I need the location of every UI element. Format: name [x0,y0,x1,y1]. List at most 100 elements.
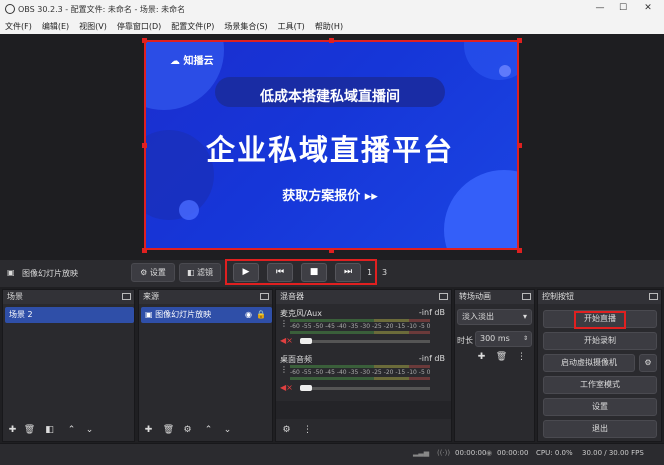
scenes-header: 场景 [3,290,134,304]
duration-input[interactable]: 300 ms ⇕ [475,331,532,347]
resize-handle[interactable] [517,38,522,43]
settings-button[interactable]: 设置 [543,398,657,416]
controls-header: 控制按钮 [538,290,661,304]
eye-icon[interactable]: ◉ [245,307,252,323]
trash-icon[interactable]: 🗑 [23,424,36,437]
maximize-button[interactable]: ☐ [617,2,629,14]
mixer-channel-level: -inf dB [418,354,445,363]
volume-meter [290,319,430,322]
stream-time: 00:00:00 [455,449,487,457]
menu-docks[interactable]: 停靠窗口(D) [112,18,166,34]
start-recording-button[interactable]: 开始录制 [543,332,657,350]
resize-handle[interactable] [517,143,522,148]
resize-handle[interactable] [142,38,147,43]
lock-icon[interactable]: 🔒 [256,307,266,323]
add-icon[interactable]: ✚ [142,424,155,437]
undock-icon[interactable] [649,293,658,300]
exit-button[interactable]: 退出 [543,420,657,438]
signal-icon: ▂▃▅ [413,449,430,457]
scenes-toolbar: ✚ 🗑 ◧ ⌃ ⌄ [3,419,134,441]
add-icon[interactable]: ✚ [6,424,19,437]
trash-icon[interactable]: 🗑 [162,424,175,437]
filters-icon[interactable]: ◧ [43,424,56,437]
volume-slider[interactable] [300,340,430,343]
resize-handle[interactable] [142,143,147,148]
mixer-empty-area [276,401,451,420]
selection-outline[interactable] [144,40,519,250]
source-filters-button[interactable]: ◧ 滤镜 [179,263,221,282]
slideshow-icon: ▣ [145,310,153,319]
stop-button[interactable]: ■ [301,263,327,282]
menu-profile[interactable]: 配置文件(P) [166,18,219,34]
resize-handle[interactable] [517,248,522,253]
undock-icon[interactable] [122,293,131,300]
more-vertical-icon[interactable]: ⋮ [280,319,288,328]
menu-view[interactable]: 视图(V) [74,18,112,34]
start-virtual-camera-button[interactable]: 启动虚拟摄像机 [543,354,635,372]
minimize-button[interactable]: — [594,2,606,14]
record-icon: ◉ [486,449,493,457]
mixer-channel-level: -inf dB [418,308,445,317]
gear-icon[interactable]: ⚙ [280,424,293,437]
trash-icon[interactable]: 🗑 [495,351,508,364]
more-vertical-icon[interactable]: ⋮ [515,351,528,364]
fps-readout: 30.00 / 30.00 FPS [582,449,644,457]
source-item[interactable]: ▣ 图像幻灯片放映 ◉ 🔒 [141,307,272,323]
start-streaming-highlight [574,311,626,329]
previous-button[interactable]: ⏮ [267,263,293,282]
filter-icon: ◧ [186,268,198,277]
stream-icon: ((·)) [437,449,451,457]
chevron-down-icon: ▾ [522,312,527,321]
source-settings-button[interactable]: ⚙ 设置 [131,263,175,282]
speaker-muted-icon[interactable]: ◀× [280,336,293,345]
controls-dock: 控制按钮 开始直播 开始录制 启动虚拟摄像机 ⚙ 工作室模式 设置 退出 [537,289,662,442]
close-button[interactable]: ✕ [642,2,654,14]
source-name-label: 图像幻灯片放映 [22,269,78,278]
chevron-down-icon[interactable]: ⌄ [221,424,234,437]
menu-edit[interactable]: 编辑(E) [37,18,74,34]
volume-meter [290,377,430,380]
resize-handle[interactable] [142,248,147,253]
sources-dock: 来源 ▣ 图像幻灯片放映 ◉ 🔒 ✚ 🗑 ⚙ ⌃ ⌄ [138,289,273,442]
volume-slider[interactable] [300,387,430,390]
menu-help[interactable]: 帮助(H) [310,18,348,34]
chevron-down-icon[interactable]: ⌄ [83,424,96,437]
slide-total: 3 [382,268,388,277]
undock-icon[interactable] [260,293,269,300]
mixer-channel-name: 桌面音频 [280,355,312,364]
spinner-icon[interactable]: ⇕ [523,332,528,346]
undock-icon[interactable] [522,293,531,300]
chevron-up-icon[interactable]: ⌃ [65,424,78,437]
sources-header: 来源 [139,290,272,304]
volume-slider-handle[interactable] [300,385,312,391]
chevron-up-icon[interactable]: ⌃ [202,424,215,437]
menu-file[interactable]: 文件(F) [0,18,37,34]
next-button[interactable]: ⏭ [335,263,361,282]
slideshow-icon: ▣ [7,268,15,277]
speaker-muted-icon[interactable]: ◀× [280,383,293,392]
volume-meter [290,331,430,334]
slide-index: 1 [367,268,373,277]
scenes-dock: 场景 场景 2 ✚ 🗑 ◧ ⌃ ⌄ [2,289,135,442]
menu-scene-collection[interactable]: 场景集合(S) [219,18,272,34]
more-vertical-icon[interactable]: ⋮ [280,365,288,374]
virtual-camera-gear-icon[interactable]: ⚙ [639,354,657,372]
window-title: OBS 30.2.3 - 配置文件: 未命名 - 场景: 未命名 [18,5,186,14]
menu-tools[interactable]: 工具(T) [273,18,310,34]
more-vertical-icon[interactable]: ⋮ [301,424,314,437]
volume-slider-handle[interactable] [300,338,312,344]
studio-mode-button[interactable]: 工作室模式 [543,376,657,394]
transition-select[interactable]: 淡入淡出 ▾ [457,309,532,325]
scene-item[interactable]: 场景 2 [5,307,134,323]
resize-handle[interactable] [329,248,334,253]
gear-icon[interactable]: ⚙ [181,424,194,437]
sources-toolbar: ✚ 🗑 ⚙ ⌃ ⌄ [139,419,272,441]
play-button[interactable]: ▶ [233,263,259,282]
resize-handle[interactable] [329,38,334,43]
duration-label: 时长 [457,336,473,345]
menu-bar: 文件(F) 编辑(E) 视图(V) 停靠窗口(D) 配置文件(P) 场景集合(S… [0,18,664,34]
mixer-toolbar: ⚙ ⋮ [276,419,451,441]
meter-ticks: -60 -55 -50 -45 -40 -35 -30 -25 -20 -15 … [290,369,431,376]
add-icon[interactable]: ✚ [475,351,488,364]
undock-icon[interactable] [439,293,448,300]
